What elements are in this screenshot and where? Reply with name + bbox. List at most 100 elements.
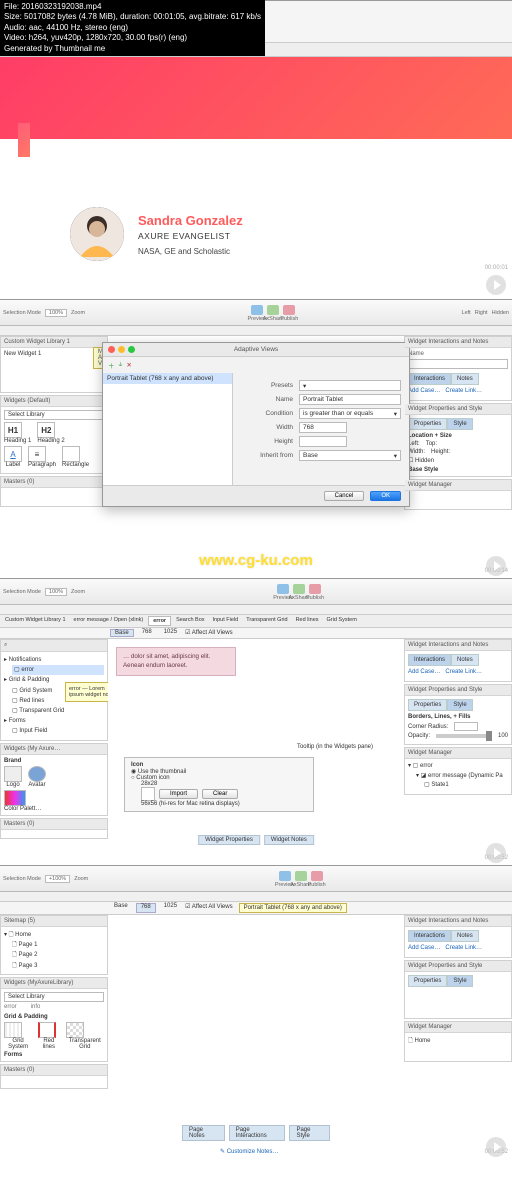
tab-properties[interactable]: Properties [408, 699, 447, 711]
publish-button[interactable]: Publish [310, 870, 324, 888]
tab-notes[interactable]: Notes [451, 930, 479, 942]
paragraph-widget[interactable]: ≡ [28, 446, 46, 462]
tab[interactable]: Red lines [293, 616, 322, 626]
library-tab[interactable]: Custom Widget Library 1 [2, 616, 69, 626]
widget-item[interactable]: New Widget 1 [4, 351, 41, 357]
use-thumbnail-radio[interactable]: ◉ Use the thumbnail [131, 768, 307, 775]
page-2[interactable]: 🗋 Page 2 [12, 950, 104, 960]
view-base[interactable]: Base [110, 903, 132, 913]
tab-properties[interactable]: Properties [408, 975, 447, 987]
delete-view-icon[interactable]: ✕ [126, 361, 131, 369]
view-item[interactable]: Portrait Tablet (768 x any and above) [103, 373, 232, 384]
align-right[interactable]: Right [475, 310, 488, 316]
tree-notifications[interactable]: Notifications [4, 655, 104, 665]
clear-button[interactable]: Clear [202, 789, 238, 799]
canvas[interactable]: Adaptive Views ＋ ⫝ ✕ Portrait Tablet (76… [108, 336, 404, 578]
selection-mode[interactable]: Selection Mode [3, 589, 41, 595]
filter-info[interactable]: info [31, 1004, 41, 1010]
add-case-link[interactable]: Add Case… [408, 669, 440, 675]
tab-page-interactions[interactable]: Page Interactions [229, 1125, 286, 1141]
tab-widget-notes[interactable]: Widget Notes [264, 835, 314, 845]
tab[interactable]: Input Field [210, 616, 242, 626]
rectangle-widget[interactable] [62, 446, 80, 462]
tab[interactable]: Grid System [324, 616, 360, 626]
wm-state1[interactable]: ▢ State1 [424, 781, 508, 791]
wm-error-msg[interactable]: ▾ ◪ error message (Dynamic Pa [416, 772, 508, 782]
widget-name-field[interactable] [408, 359, 508, 369]
label-widget[interactable]: A [4, 446, 22, 462]
logo-widget[interactable] [4, 766, 22, 782]
tab-page-notes[interactable]: Page Notes [182, 1125, 225, 1141]
cancel-button[interactable]: Cancel [324, 491, 365, 501]
tab-notes[interactable]: Notes [451, 373, 479, 385]
play-icon[interactable] [486, 556, 506, 576]
tab-style[interactable]: Style [447, 975, 472, 987]
height-field[interactable] [299, 436, 347, 447]
page-3[interactable]: 🗋 Page 3 [12, 961, 104, 971]
view-1025[interactable]: 1025 [160, 903, 181, 913]
tab-notes[interactable]: Notes [451, 654, 479, 666]
views-list[interactable]: Portrait Tablet (768 x any and above) [103, 373, 233, 485]
zoom-value[interactable]: 100% [45, 588, 67, 596]
transparent-grid-widget[interactable] [66, 1022, 84, 1038]
play-icon[interactable] [486, 1137, 506, 1157]
canvas[interactable]: Page Notes Page Interactions Page Style … [108, 915, 404, 1159]
view-1025[interactable]: 1025 [160, 629, 181, 637]
condition-select[interactable]: is greater than or equals▾ [299, 408, 401, 419]
create-link[interactable]: Create Link… [445, 388, 482, 394]
tab[interactable]: Search Box [173, 616, 207, 626]
axshare-button[interactable]: AxShare [294, 870, 308, 888]
create-link[interactable]: Create Link… [445, 945, 482, 951]
duplicate-view-icon[interactable]: ⫝ [119, 361, 123, 369]
add-case-link[interactable]: Add Case… [408, 945, 440, 951]
publish-button[interactable]: Publish [308, 583, 322, 601]
tree-forms[interactable]: Forms [4, 716, 104, 726]
zoom-value[interactable]: 100% [45, 309, 67, 317]
h1-widget[interactable]: H1 [4, 422, 22, 438]
page-1[interactable]: 🗋 Page 1 [12, 940, 104, 950]
select-library[interactable]: Select Library [4, 992, 104, 1002]
tab-widget-properties[interactable]: Widget Properties [198, 835, 260, 845]
error-card[interactable]: … dolor sit amet, adipiscing elit. Aenea… [116, 647, 236, 676]
select-library[interactable]: Select Library [4, 410, 104, 420]
create-link[interactable]: Create Link… [445, 669, 482, 675]
selection-mode[interactable]: Selection Mode [3, 310, 41, 316]
tab-style[interactable]: Style [447, 699, 472, 711]
wm-error[interactable]: ▾ ▢ error [408, 762, 508, 772]
tab[interactable]: error message / Open (xlink) [71, 616, 147, 626]
selection-mode[interactable]: Selection Mode [3, 876, 41, 882]
view-768[interactable]: 768 [136, 903, 156, 913]
ok-button[interactable]: OK [370, 491, 401, 501]
canvas[interactable]: … dolor sit amet, adipiscing elit. Aenea… [108, 639, 404, 865]
avatar-widget[interactable] [28, 766, 46, 782]
wm-home[interactable]: 🗋 Home [408, 1036, 508, 1046]
hidden-toggle[interactable]: Hidden [492, 310, 509, 316]
view-768[interactable]: 768 [138, 629, 156, 637]
customize-notes-link[interactable]: ✎ Customize Notes… [220, 1148, 278, 1155]
tab-interactions[interactable]: Interactions [408, 373, 451, 385]
tree-input-field[interactable]: ▢ Input Field [12, 726, 104, 736]
affect-all-checkbox[interactable]: ☑ Affect All Views [185, 903, 233, 913]
tab[interactable]: Transparent Grid [243, 616, 290, 626]
align-left[interactable]: Left [462, 310, 471, 316]
tab-page-style[interactable]: Page Style [289, 1125, 330, 1141]
presets-select[interactable]: ▾ [299, 380, 401, 391]
play-icon[interactable] [486, 843, 506, 863]
affect-all-checkbox[interactable]: ☑ Affect All Views [185, 629, 233, 637]
tab-interactions[interactable]: Interactions [408, 654, 451, 666]
name-field[interactable]: Portrait Tablet [299, 394, 401, 405]
opacity-slider[interactable] [436, 734, 492, 738]
publish-button[interactable]: Publish [282, 304, 296, 322]
add-view-icon[interactable]: ＋ [108, 360, 115, 370]
tree-transparent-grid[interactable]: ▢ Transparent Grid [12, 706, 104, 716]
tab-style[interactable]: Style [447, 418, 472, 430]
palette-widget[interactable] [4, 790, 26, 806]
hidden-checkbox[interactable]: ☐ Hidden [408, 457, 508, 464]
add-case-link[interactable]: Add Case… [408, 388, 440, 394]
page-home[interactable]: ▾ 🗋 Home [4, 930, 104, 940]
play-icon[interactable] [486, 275, 506, 295]
grid-system-widget[interactable] [4, 1022, 22, 1038]
width-field[interactable]: 768 [299, 422, 347, 433]
tab-properties[interactable]: Properties [408, 418, 447, 430]
filter-error[interactable]: error [4, 1004, 17, 1010]
